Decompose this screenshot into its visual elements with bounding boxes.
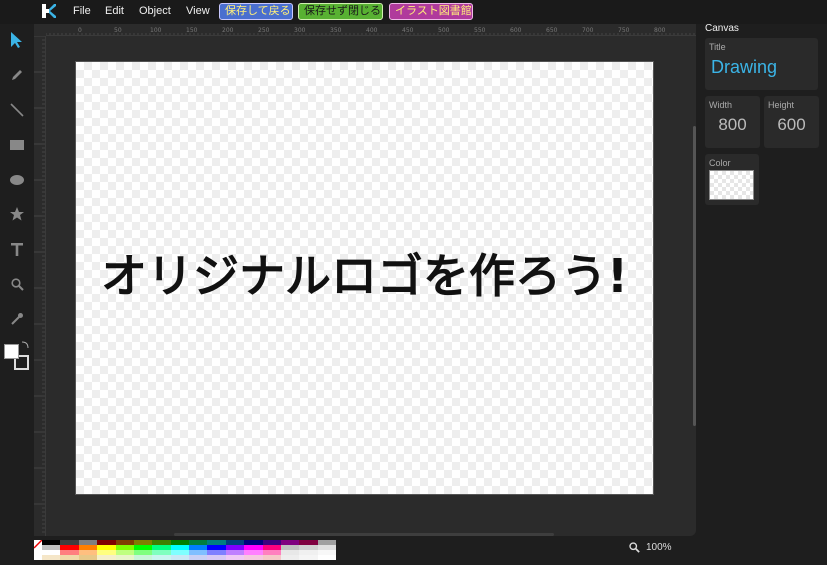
menu-object[interactable]: Object: [139, 5, 171, 17]
ruler-tick-label: 700: [582, 27, 594, 34]
color-palette[interactable]: [34, 540, 336, 560]
title-value[interactable]: Drawing: [711, 57, 777, 78]
canvas-color-field[interactable]: Color: [705, 154, 759, 205]
illustration-library-button[interactable]: イラスト図書館: [389, 3, 473, 20]
palette-swatch[interactable]: [299, 555, 318, 560]
vector-editor-app: File Edit Object View 保存して戻る 保存せず閉じる イラス…: [0, 0, 827, 565]
palette-swatch[interactable]: [152, 555, 171, 560]
line-tool-button[interactable]: [8, 101, 26, 119]
ruler-corner: [34, 24, 46, 36]
canvas-width-field[interactable]: Width 800: [705, 96, 760, 148]
eyedropper-tool-button[interactable]: [8, 310, 26, 328]
menu-edit[interactable]: Edit: [105, 5, 124, 17]
ruler-tick-label: 450: [402, 27, 414, 34]
palette-swatch[interactable]: [60, 555, 79, 560]
height-label: Height: [768, 100, 795, 110]
title-label: Title: [709, 42, 726, 52]
star-icon: [10, 207, 24, 221]
ruler-vertical-ticks: [34, 36, 45, 533]
palette-swatch[interactable]: [42, 555, 61, 560]
star-tool-button[interactable]: [8, 205, 26, 223]
ruler-tick-label: 200: [222, 27, 234, 34]
ruler-horizontal-ticks: 0 50 100 150 200 250 300 350 400 450 500 550 600 650 7…: [46, 27, 695, 35]
palette-swatches[interactable]: [42, 540, 336, 560]
ruler-tick-label: 500: [438, 27, 450, 34]
fill-color-swatch[interactable]: [4, 344, 19, 359]
palette-row: [42, 555, 336, 560]
palette-swatch[interactable]: [97, 555, 116, 560]
ruler-tick-label: 600: [510, 27, 522, 34]
ruler-tick-label: 300: [294, 27, 306, 34]
zoom-level[interactable]: 100%: [646, 542, 672, 553]
palette-swatch[interactable]: [280, 555, 300, 560]
ruler-tick-label: 150: [186, 27, 198, 34]
rectangle-tool-button[interactable]: [8, 136, 26, 154]
ruler-horizontal: 0 50 100 150 200 250 300 350 400 450 500 550 600 650 7…: [46, 24, 696, 36]
line-icon: [10, 103, 24, 117]
ruler-tick-label: 250: [258, 27, 270, 34]
no-color-swatch[interactable]: [34, 540, 42, 560]
height-value[interactable]: 600: [764, 115, 819, 135]
palette-swatch[interactable]: [244, 555, 263, 560]
select-tool-button[interactable]: [8, 31, 26, 49]
canvas-color-swatch[interactable]: [709, 170, 754, 200]
palette-swatch[interactable]: [317, 555, 336, 560]
ruler-tick-label: 50: [114, 27, 122, 34]
ruler-tick-label: 800: [654, 27, 666, 34]
pencil-tool-button[interactable]: [8, 66, 26, 84]
zoom-tool-button[interactable]: [8, 275, 26, 293]
select-arrow-icon: [11, 32, 22, 48]
swap-colors-icon[interactable]: [21, 341, 29, 349]
ruler-tick-label: 750: [618, 27, 630, 34]
zoom-icon: [629, 542, 640, 553]
palette-swatch[interactable]: [262, 555, 281, 560]
color-label: Color: [709, 158, 731, 168]
palette-swatch[interactable]: [115, 555, 134, 560]
palette-swatch[interactable]: [207, 555, 226, 560]
ruler-tick-label: 350: [330, 27, 342, 34]
app-logo-icon[interactable]: [42, 4, 56, 18]
pencil-icon: [12, 70, 22, 80]
canvas-text-object[interactable]: オリジナルロゴを作ろう!: [76, 240, 653, 306]
tool-panel: [0, 24, 34, 565]
palette-swatch[interactable]: [189, 555, 208, 560]
ruler-tick-label: 400: [366, 27, 378, 34]
menu-view[interactable]: View: [186, 5, 210, 17]
vertical-scrollbar[interactable]: [693, 126, 696, 426]
canvas-height-field[interactable]: Height 600: [764, 96, 819, 148]
width-label: Width: [709, 100, 733, 110]
canvas-title-field[interactable]: Title Drawing: [705, 38, 818, 90]
menu-bar: File Edit Object View 保存して戻る 保存せず閉じる イラス…: [0, 0, 827, 24]
ruler-tick-label: 0: [78, 27, 82, 34]
zoom-icon: [10, 277, 24, 291]
ruler-tick-label: 100: [150, 27, 162, 34]
save-and-return-button[interactable]: 保存して戻る: [219, 3, 293, 20]
palette-swatch[interactable]: [133, 555, 153, 560]
ellipse-icon: [10, 175, 24, 185]
width-value[interactable]: 800: [705, 115, 760, 135]
ruler-tick-label: 650: [546, 27, 558, 34]
close-without-saving-button[interactable]: 保存せず閉じる: [298, 3, 383, 20]
drawing-canvas[interactable]: オリジナルロゴを作ろう!: [75, 61, 654, 495]
ruler-tick-label: 550: [474, 27, 486, 34]
text-icon: [11, 242, 23, 256]
palette-swatch[interactable]: [225, 555, 245, 560]
palette-swatch[interactable]: [170, 555, 189, 560]
properties-panel-heading: Canvas: [705, 23, 739, 34]
zoom-control[interactable]: 100%: [629, 542, 672, 553]
horizontal-scrollbar[interactable]: [174, 533, 554, 536]
ellipse-tool-button[interactable]: [8, 171, 26, 189]
text-tool-button[interactable]: [8, 240, 26, 258]
ruler-vertical: [34, 36, 46, 536]
rectangle-icon: [10, 140, 24, 150]
eyedropper-icon: [11, 313, 23, 325]
menu-file[interactable]: File: [73, 5, 91, 17]
canvas-workspace[interactable]: 0 50 100 150 200 250 300 350 400 450 500 550 600 650 7…: [34, 24, 696, 536]
palette-swatch[interactable]: [78, 555, 98, 560]
